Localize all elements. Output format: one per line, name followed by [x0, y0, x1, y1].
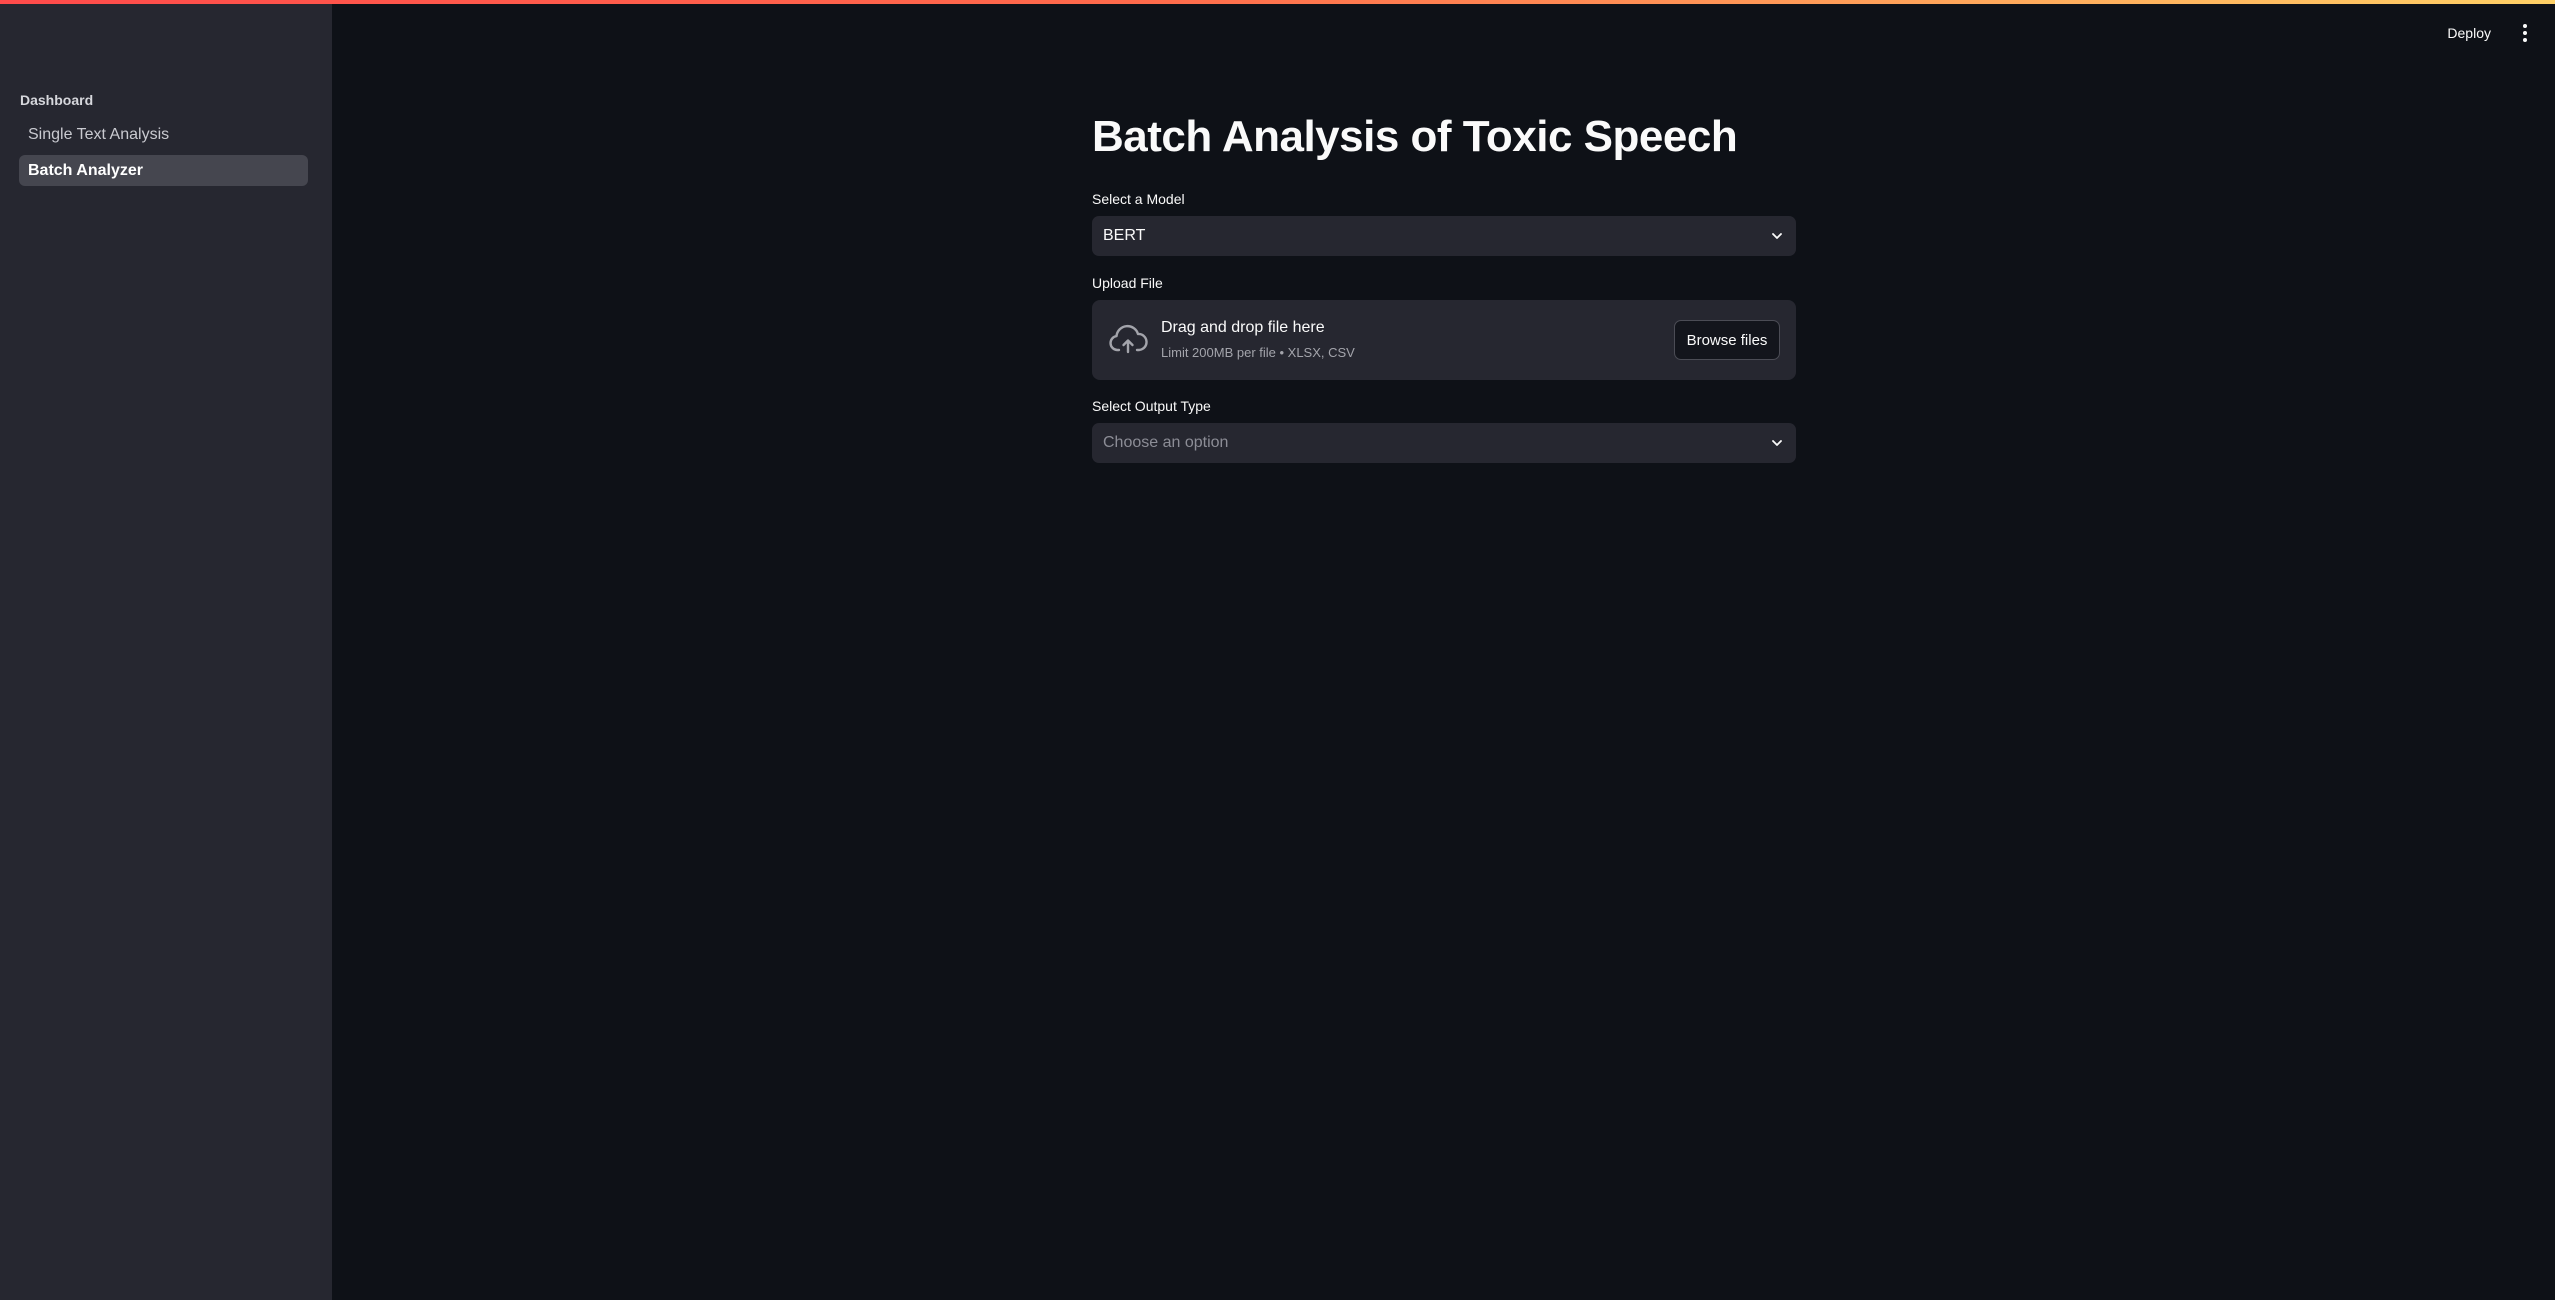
top-decoration-bar — [0, 0, 2555, 4]
output-type-select[interactable]: Choose an option — [1092, 423, 1796, 463]
upload-label: Upload File — [1092, 275, 1163, 291]
dropzone-limit-text: Limit 200MB per file • XLSX, CSV — [1161, 345, 1355, 360]
model-select[interactable]: BERT — [1092, 216, 1796, 256]
sidebar-heading: Dashboard — [20, 92, 94, 108]
sidebar-item-label: Single Text Analysis — [28, 125, 170, 143]
model-select-value: BERT — [1103, 227, 1146, 244]
chevron-down-icon — [1772, 440, 1782, 446]
chevron-down-icon — [1772, 233, 1782, 239]
sidebar: Dashboard Single Text Analysis Batch Ana… — [0, 0, 332, 1300]
deploy-button[interactable]: Deploy — [2447, 25, 2491, 41]
sidebar-item-batch-analyzer[interactable]: Batch Analyzer — [19, 155, 308, 186]
more-vertical-icon[interactable] — [2517, 22, 2533, 44]
sidebar-item-label: Batch Analyzer — [28, 161, 143, 179]
output-type-placeholder: Choose an option — [1103, 434, 1229, 451]
dropzone-title: Drag and drop file here — [1161, 319, 1325, 336]
model-select-label: Select a Model — [1092, 191, 1185, 207]
output-type-label: Select Output Type — [1092, 398, 1211, 414]
header-actions: Deploy — [2447, 22, 2533, 44]
file-dropzone[interactable]: Drag and drop file here Limit 200MB per … — [1092, 300, 1796, 380]
sidebar-item-single-text-analysis[interactable]: Single Text Analysis — [19, 119, 308, 150]
page-title: Batch Analysis of Toxic Speech — [1092, 112, 1738, 161]
cloud-upload-icon — [1109, 324, 1148, 354]
browse-files-button[interactable]: Browse files — [1674, 320, 1780, 360]
